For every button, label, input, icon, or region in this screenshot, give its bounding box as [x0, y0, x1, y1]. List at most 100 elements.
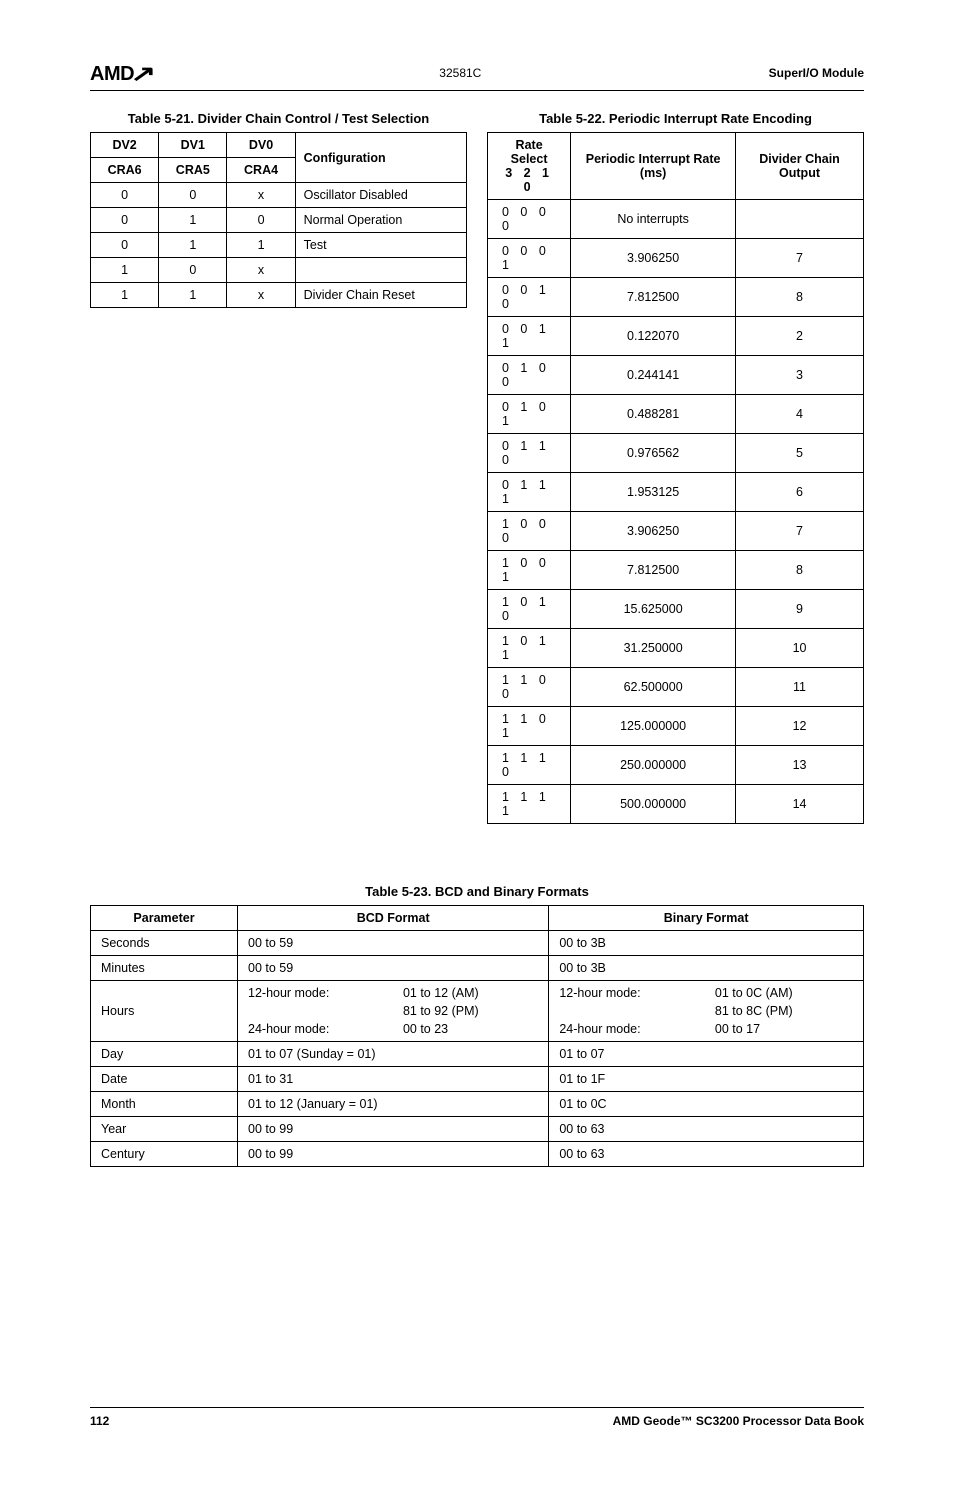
th-rate-select: Rate Select 3 2 1 0 [488, 133, 571, 200]
table-cell: Normal Operation [295, 208, 466, 233]
table-cell: 0 1 0 1 [488, 395, 571, 434]
table-cell: Year [91, 1117, 238, 1142]
table-cell: 0 [159, 258, 227, 283]
table-row: 1 1 0 062.50000011 [488, 668, 864, 707]
table-cell: 1 [91, 258, 159, 283]
table-cell: 0.976562 [571, 434, 736, 473]
table-cell: 0 0 0 0 [488, 200, 571, 239]
table-cell: 15.625000 [571, 590, 736, 629]
table-cell: 0 1 0 0 [488, 356, 571, 395]
page-footer: 112 AMD Geode™ SC3200 Processor Data Boo… [90, 1407, 864, 1428]
table-row: Hours12-hour mode:01 to 12 (AM)81 to 92 … [91, 981, 864, 1042]
table-cell: 0 [91, 208, 159, 233]
cell-text [248, 1004, 389, 1018]
table-cell: 0.122070 [571, 317, 736, 356]
table-row: 1 0 1 015.6250009 [488, 590, 864, 629]
cell-text: 01 to 0C (AM) [715, 986, 853, 1000]
table-522-caption: Table 5-22. Periodic Interrupt Rate Enco… [487, 111, 864, 126]
table-cell: 00 to 63 [549, 1117, 864, 1142]
th-dv2: DV2 [91, 133, 159, 158]
table-cell [736, 200, 864, 239]
cell-text: 81 to 8C (PM) [715, 1004, 853, 1018]
table-cell: 1 [159, 283, 227, 308]
table-cell: 11 [736, 668, 864, 707]
table-cell: 0.244141 [571, 356, 736, 395]
table-cell: 00 to 99 [238, 1142, 549, 1167]
th-dv0: DV0 [227, 133, 295, 158]
table-cell: 1 1 1 0 [488, 746, 571, 785]
table-row: Seconds00 to 5900 to 3B [91, 931, 864, 956]
table-cell: 0 [227, 208, 295, 233]
table-cell: 0.488281 [571, 395, 736, 434]
table-cell: 1 1 0 0 [488, 668, 571, 707]
table-cell: 3.906250 [571, 239, 736, 278]
table-cell: 01 to 31 [238, 1067, 549, 1092]
table-cell: 00 to 3B [549, 931, 864, 956]
table-row: 0 1 0 10.4882814 [488, 395, 864, 434]
cell-text [559, 1004, 701, 1018]
table-cell: 1 0 1 1 [488, 629, 571, 668]
table-cell: 1 0 0 0 [488, 512, 571, 551]
th-rate-select-bits: 3 2 1 0 [496, 166, 562, 194]
table-row: 11xDivider Chain Reset [91, 283, 467, 308]
table-cell: 7.812500 [571, 278, 736, 317]
th-cra6: CRA6 [91, 158, 159, 183]
table-cell: 12-hour mode:01 to 12 (AM)81 to 92 (PM)2… [238, 981, 549, 1042]
left-column: Table 5-21. Divider Chain Control / Test… [90, 111, 467, 308]
table-cell: 9 [736, 590, 864, 629]
table-cell: 1 1 0 1 [488, 707, 571, 746]
table-cell [295, 258, 466, 283]
table-row: 1 1 0 1125.00000012 [488, 707, 864, 746]
table-cell: 125.000000 [571, 707, 736, 746]
table-cell: 8 [736, 551, 864, 590]
table-row: Year00 to 9900 to 63 [91, 1117, 864, 1142]
table-row: 0 0 0 13.9062507 [488, 239, 864, 278]
cell-text: 00 to 17 [715, 1022, 853, 1036]
table-cell: 7 [736, 239, 864, 278]
table-cell: 2 [736, 317, 864, 356]
table-cell: 1 1 1 1 [488, 785, 571, 824]
table-cell: 01 to 07 [549, 1042, 864, 1067]
table-row: 1 0 1 131.25000010 [488, 629, 864, 668]
table-cell: 250.000000 [571, 746, 736, 785]
table-cell: 1 0 1 0 [488, 590, 571, 629]
table-521-caption: Table 5-21. Divider Chain Control / Test… [90, 111, 467, 126]
table-cell: 00 to 59 [238, 956, 549, 981]
table-cell: 0 0 1 1 [488, 317, 571, 356]
table-cell: 00 to 3B [549, 956, 864, 981]
table-cell: 14 [736, 785, 864, 824]
th-periodic: Periodic Interrupt Rate (ms) [571, 133, 736, 200]
table-cell: 1 [159, 208, 227, 233]
cell-text: 24-hour mode: [559, 1022, 701, 1036]
table-row: 1 1 1 0250.00000013 [488, 746, 864, 785]
table-cell: 01 to 0C [549, 1092, 864, 1117]
table-cell: 0 [159, 183, 227, 208]
table-cell: 0 [91, 183, 159, 208]
cell-text: 12-hour mode: [559, 986, 701, 1000]
table-cell: Century [91, 1142, 238, 1167]
table-row: 0 0 1 10.1220702 [488, 317, 864, 356]
table-521: DV2 DV1 DV0 Configuration CRA6 CRA5 CRA4… [90, 132, 467, 308]
table-row: Century00 to 9900 to 63 [91, 1142, 864, 1167]
table-cell: 3.906250 [571, 512, 736, 551]
table-row: 0 1 1 11.9531256 [488, 473, 864, 512]
table-523: Parameter BCD Format Binary Format Secon… [90, 905, 864, 1167]
table-cell: 3 [736, 356, 864, 395]
table-cell: 0 0 0 1 [488, 239, 571, 278]
table-row: 10x [91, 258, 467, 283]
table-cell: x [227, 183, 295, 208]
table-cell: 0 [91, 233, 159, 258]
table-row: 0 1 1 00.9765625 [488, 434, 864, 473]
table-cell: 1 [159, 233, 227, 258]
cell-text: 24-hour mode: [248, 1022, 389, 1036]
table-row: 011Test [91, 233, 467, 258]
table-row: 010Normal Operation [91, 208, 467, 233]
table-cell: 1 0 0 1 [488, 551, 571, 590]
table-522: Rate Select 3 2 1 0 Periodic Interrupt R… [487, 132, 864, 824]
page-header: AMD↗ 32581C SuperI/O Module [90, 60, 864, 91]
logo-text: AMD [90, 63, 134, 85]
table-cell: 00 to 99 [238, 1117, 549, 1142]
cell-text: 00 to 23 [403, 1022, 538, 1036]
table-row: Month01 to 12 (January = 01)01 to 0C [91, 1092, 864, 1117]
table-cell: No interrupts [571, 200, 736, 239]
